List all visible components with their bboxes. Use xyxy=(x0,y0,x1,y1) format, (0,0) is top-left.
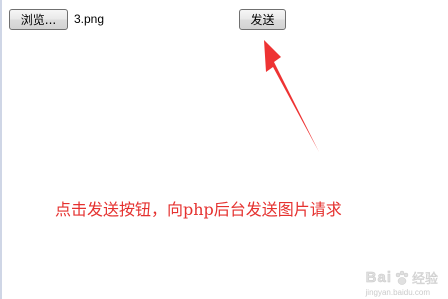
watermark-brand-suffix: 经验 xyxy=(411,272,438,287)
annotation-arrow-icon xyxy=(264,40,319,152)
paw-icon xyxy=(395,270,409,285)
watermark-url: jingyan.baidu.com xyxy=(365,288,430,297)
annotation-caption: 点击发送按钮，向php后台发送图片请求 xyxy=(55,200,342,219)
watermark-brand: Bai xyxy=(365,269,392,287)
baidu-watermark: Bai 经验 xyxy=(365,268,438,287)
